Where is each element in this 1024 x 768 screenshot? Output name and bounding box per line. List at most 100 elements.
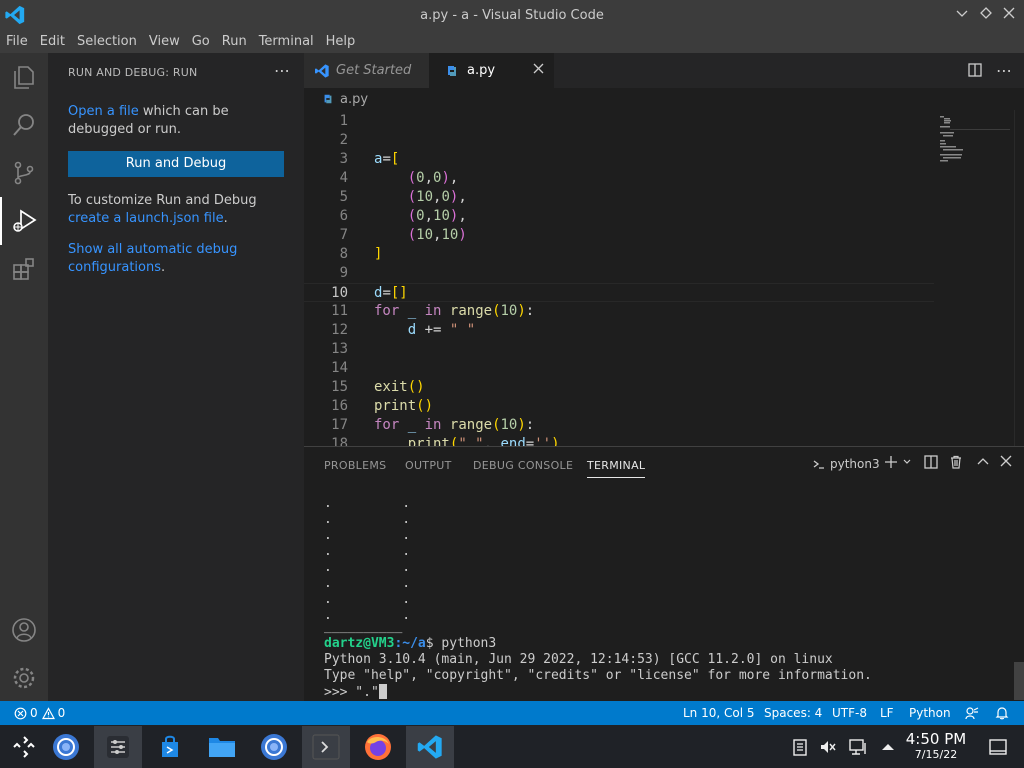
clock[interactable]: 4:50 PM 7/15/22 — [900, 730, 972, 762]
kill-terminal-button[interactable] — [949, 455, 963, 473]
code-editor[interactable]: 1 2 3 a=[ 4 (0,0), 5 (10,0), 6 (0,10), 7 … — [304, 110, 1024, 446]
menu-bar: File Edit Selection View Go Run Terminal… — [0, 30, 1024, 53]
editor-tabs: Get Started a.py ⋯ — [304, 53, 1024, 88]
language-status[interactable]: Python — [909, 706, 951, 720]
search-icon — [13, 114, 34, 136]
run-debug-sidebar: RUN AND DEBUG: RUN ⋯ Open a file which c… — [48, 53, 304, 701]
tab-get-started[interactable]: Get Started — [304, 53, 429, 88]
breadcrumb-file[interactable]: a.py — [340, 92, 368, 107]
tab-a-py[interactable]: a.py — [429, 53, 554, 88]
tab-output[interactable]: OUTPUT — [405, 459, 452, 472]
browser-app-2[interactable] — [250, 726, 298, 768]
editor-scrollbar[interactable] — [1014, 110, 1024, 446]
vscode-app[interactable] — [406, 726, 454, 768]
notifications-button[interactable] — [995, 706, 1009, 723]
maximize-button[interactable] — [976, 5, 996, 25]
volume-muted-icon[interactable] — [818, 737, 838, 757]
ellipsis-icon: ⋯ — [996, 61, 1012, 80]
split-terminal-button[interactable] — [924, 455, 938, 473]
menu-run[interactable]: Run — [216, 30, 253, 53]
plus-icon — [885, 456, 897, 468]
code-line: 17 for _ in range(10): — [331, 417, 535, 433]
terminal-name: python3 — [830, 457, 880, 471]
terminal-repl-input[interactable]: >>> "." — [324, 684, 1004, 701]
gear-icon — [13, 667, 35, 689]
menu-edit[interactable]: Edit — [34, 30, 71, 53]
run-and-debug-button[interactable]: Run and Debug — [68, 151, 284, 177]
run-debug-button[interactable] — [0, 197, 48, 245]
terminal-dropdown-button[interactable] — [902, 455, 912, 473]
app-launcher-button[interactable] — [0, 726, 48, 768]
network-icon[interactable] — [848, 737, 868, 757]
problems-status[interactable]: 0 0 — [14, 706, 65, 720]
folder-icon — [209, 738, 235, 757]
tab-terminal[interactable]: TERMINAL — [587, 459, 646, 478]
new-terminal-button[interactable] — [884, 455, 898, 473]
code-line: 3 a=[ — [339, 151, 400, 167]
terminal-prompt: dartz@VM3:~/a$ python3 — [324, 636, 497, 651]
vscode-logo-icon — [417, 735, 442, 759]
terminal-icon — [312, 734, 340, 760]
extensions-button[interactable] — [0, 245, 48, 293]
open-file-link[interactable]: Open a file — [68, 104, 139, 119]
show-desktop-icon[interactable] — [988, 737, 1008, 757]
close-icon — [533, 63, 544, 74]
editor-more-button[interactable]: ⋯ — [996, 61, 1012, 80]
feedback-button[interactable] — [965, 706, 979, 723]
terminal-cursor — [378, 684, 387, 699]
file-manager-app[interactable] — [198, 726, 246, 768]
create-launch-json-link[interactable]: create a launch.json file — [68, 211, 224, 226]
more-actions-button[interactable]: ⋯ — [274, 61, 290, 80]
source-control-icon — [14, 161, 34, 185]
browser-app[interactable] — [42, 726, 90, 768]
search-button[interactable] — [0, 101, 48, 149]
encoding-status[interactable]: UTF-8 — [832, 706, 867, 720]
title-bar: a.py - a - Visual Studio Code — [0, 0, 1024, 30]
store-app[interactable] — [146, 726, 194, 768]
tab-problems[interactable]: PROBLEMS — [324, 459, 386, 472]
explorer-button[interactable] — [0, 53, 48, 101]
show-all-period: . — [161, 260, 166, 275]
eol-status[interactable]: LF — [880, 706, 894, 720]
split-editor-icon — [968, 63, 982, 77]
python-file-icon — [448, 65, 456, 76]
firefox-icon — [365, 734, 391, 760]
minimap[interactable] — [940, 112, 1010, 172]
run-debug-icon — [13, 209, 37, 232]
code-line: 15 exit() — [331, 379, 425, 395]
menu-view[interactable]: View — [143, 30, 186, 53]
show-all-debug-configs-link[interactable]: Show all automatic debug configurations — [68, 242, 237, 275]
browser-icon — [53, 734, 79, 760]
close-tab-button[interactable] — [533, 63, 544, 78]
terminal-scrollbar[interactable] — [1014, 662, 1024, 700]
code-line: 18 print(" ", end='') — [331, 436, 560, 446]
menu-go[interactable]: Go — [186, 30, 216, 53]
terminal-app[interactable] — [302, 726, 350, 768]
clipboard-icon[interactable] — [790, 737, 810, 757]
settings-button[interactable] — [0, 654, 48, 702]
cursor-position[interactable]: Ln 10, Col 5 — [683, 706, 755, 720]
menu-file[interactable]: File — [0, 30, 34, 53]
close-icon — [1003, 7, 1015, 19]
menu-help[interactable]: Help — [320, 30, 362, 53]
code-line: 11 for _ in range(10): — [331, 303, 535, 319]
tab-debug-console[interactable]: DEBUG CONSOLE — [473, 459, 573, 472]
code-line: 8] — [339, 246, 383, 262]
terminal-selector[interactable]: python3 — [812, 457, 880, 471]
split-editor-button[interactable] — [968, 63, 982, 81]
firefox-app[interactable] — [354, 726, 402, 768]
warning-count: 0 — [57, 706, 66, 720]
menu-terminal[interactable]: Terminal — [253, 30, 320, 53]
close-window-button[interactable] — [999, 5, 1019, 25]
breadcrumb: a.py — [304, 88, 1024, 110]
tab-a-py-label: a.py — [467, 63, 496, 78]
close-panel-button[interactable] — [1000, 455, 1012, 471]
indentation-status[interactable]: Spaces: 4 — [764, 706, 822, 720]
menu-selection[interactable]: Selection — [71, 30, 143, 53]
minimize-button[interactable] — [952, 5, 972, 25]
accounts-button[interactable] — [0, 606, 48, 654]
maximize-panel-button[interactable] — [976, 455, 990, 473]
tray-expand-icon[interactable] — [878, 737, 898, 757]
source-control-button[interactable] — [0, 149, 48, 197]
settings-app[interactable] — [94, 726, 142, 768]
